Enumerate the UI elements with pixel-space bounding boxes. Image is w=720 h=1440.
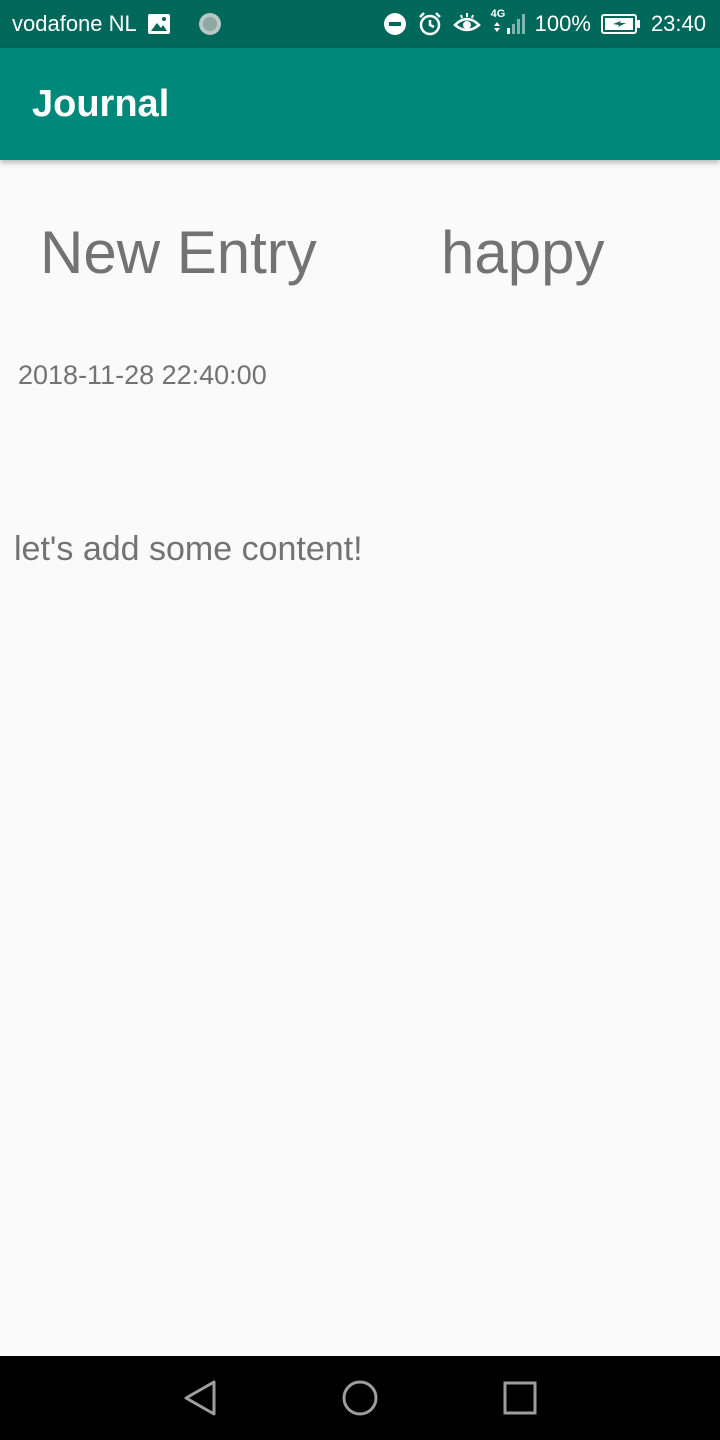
image-icon xyxy=(147,13,171,35)
sync-icon xyxy=(197,11,223,37)
alarm-icon xyxy=(417,11,443,37)
battery-percent: 100% xyxy=(534,11,591,36)
eye-icon xyxy=(452,13,481,35)
app-title: Journal xyxy=(32,82,170,125)
entry-mood: happy xyxy=(441,219,605,286)
home-icon[interactable] xyxy=(320,1358,400,1438)
entry-title: New Entry xyxy=(40,219,317,286)
status-bar: vodafone NL 4G 100% 23:40 xyxy=(0,0,720,48)
network-label: 4G xyxy=(490,8,506,20)
signal-icon: 4G xyxy=(491,8,525,36)
status-right: 4G 100% 23:40 xyxy=(383,8,706,37)
recents-icon[interactable] xyxy=(480,1358,560,1438)
do-not-disturb-icon xyxy=(383,12,407,36)
app-bar: Journal xyxy=(0,48,720,160)
status-left: vodafone NL xyxy=(12,11,223,37)
carrier-label: vodafone NL xyxy=(12,11,137,36)
navigation-bar xyxy=(0,1356,720,1440)
entry-timestamp: 2018-11-28 22:40:00 xyxy=(18,360,267,390)
back-icon[interactable] xyxy=(160,1358,240,1438)
battery-icon xyxy=(600,13,641,35)
clock: 23:40 xyxy=(650,11,706,36)
entry-content: let's add some content! xyxy=(14,530,363,568)
